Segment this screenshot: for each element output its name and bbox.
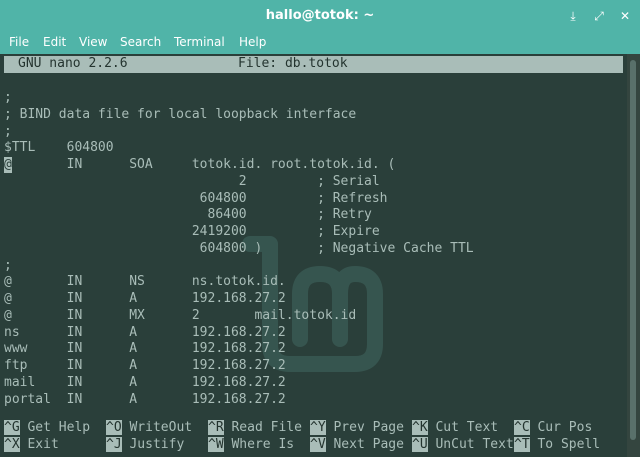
text-cursor: @ bbox=[4, 157, 12, 173]
editor-line: @ IN MX 2 mail.totok.id bbox=[4, 308, 357, 323]
editor-line: @ IN NS ns.totok.id. bbox=[4, 274, 286, 289]
scrollbar-thumb[interactable] bbox=[630, 60, 636, 440]
nano-shortcut-bar: ^G Get Help ^O WriteOut ^R Read File ^Y … bbox=[4, 420, 624, 454]
editor-line: portal IN A 192.168.27.2 bbox=[4, 392, 286, 407]
shortcut-next-page[interactable]: ^V Next Page bbox=[310, 437, 404, 454]
terminal-area[interactable]: GNU nano 2.2.6 File: db.totok ; ; BIND d… bbox=[0, 54, 627, 457]
editor-line: ; BIND data file for local loopback inte… bbox=[4, 107, 357, 122]
menu-view[interactable]: View bbox=[79, 35, 107, 49]
editor-line: mail IN A 192.168.27.2 bbox=[4, 375, 286, 390]
terminal-scrollbar[interactable] bbox=[627, 54, 640, 457]
shortcut-where-is[interactable]: ^W Where Is bbox=[208, 437, 294, 454]
editor-line: ; bbox=[4, 124, 12, 139]
nano-filename: File: db.totok bbox=[238, 56, 348, 71]
editor-line: $TTL 604800 bbox=[4, 140, 114, 155]
menu-edit[interactable]: Edit bbox=[43, 35, 66, 49]
shortcut-uncut-text[interactable]: ^U UnCut Text bbox=[412, 437, 514, 454]
editor-line: 604800 ; Refresh bbox=[4, 191, 388, 206]
menu-search[interactable]: Search bbox=[120, 35, 161, 49]
shortcut-prev-page[interactable]: ^Y Prev Page bbox=[310, 420, 404, 437]
window-title: hallo@totok: ~ bbox=[265, 8, 375, 23]
editor-line: 2419200 ; Expire bbox=[4, 224, 380, 239]
nano-header: GNU nano 2.2.6 File: db.totok bbox=[4, 56, 623, 73]
editor-line: @ IN A 192.168.27.2 bbox=[4, 291, 286, 306]
shortcut-justify[interactable]: ^J Justify bbox=[106, 437, 184, 454]
menu-file[interactable]: File bbox=[9, 35, 29, 49]
minimize-icon[interactable]: ⤓ bbox=[565, 8, 581, 24]
window-titlebar: hallo@totok: ~ ⤓ ⤢ ✕ bbox=[0, 0, 640, 32]
editor-line: 2 ; Serial bbox=[4, 174, 380, 189]
shortcut-to-spell[interactable]: ^T To Spell bbox=[514, 437, 600, 454]
editor-line: ; bbox=[4, 90, 12, 105]
editor-line: ns IN A 192.168.27.2 bbox=[4, 325, 286, 340]
editor-line: 86400 ; Retry bbox=[4, 207, 372, 222]
menu-terminal[interactable]: Terminal bbox=[174, 35, 225, 49]
menu-bar: File Edit View Search Terminal Help bbox=[0, 32, 640, 54]
shortcut-cur-pos[interactable]: ^C Cur Pos bbox=[514, 420, 592, 437]
close-icon[interactable]: ✕ bbox=[617, 8, 633, 24]
menu-help[interactable]: Help bbox=[239, 35, 266, 49]
editor-line: 604800 ) ; Negative Cache TTL bbox=[4, 241, 474, 256]
editor-line: www IN A 192.168.27.2 bbox=[4, 341, 286, 356]
shortcut-read-file[interactable]: ^R Read File bbox=[208, 420, 302, 437]
maximize-icon[interactable]: ⤢ bbox=[591, 8, 607, 24]
editor-line: @ IN SOA totok.id. root.totok.id. ( bbox=[4, 157, 396, 172]
shortcut-cut-text[interactable]: ^K Cut Text bbox=[412, 420, 498, 437]
editor-line: ; bbox=[4, 258, 12, 273]
nano-version: GNU nano 2.2.6 bbox=[18, 56, 128, 71]
shortcut-exit[interactable]: ^X Exit bbox=[4, 437, 59, 454]
shortcut-writeout[interactable]: ^O WriteOut bbox=[106, 420, 192, 437]
shortcut-get-help[interactable]: ^G Get Help bbox=[4, 420, 90, 437]
editor-line: ftp IN A 192.168.27.2 bbox=[4, 358, 286, 373]
